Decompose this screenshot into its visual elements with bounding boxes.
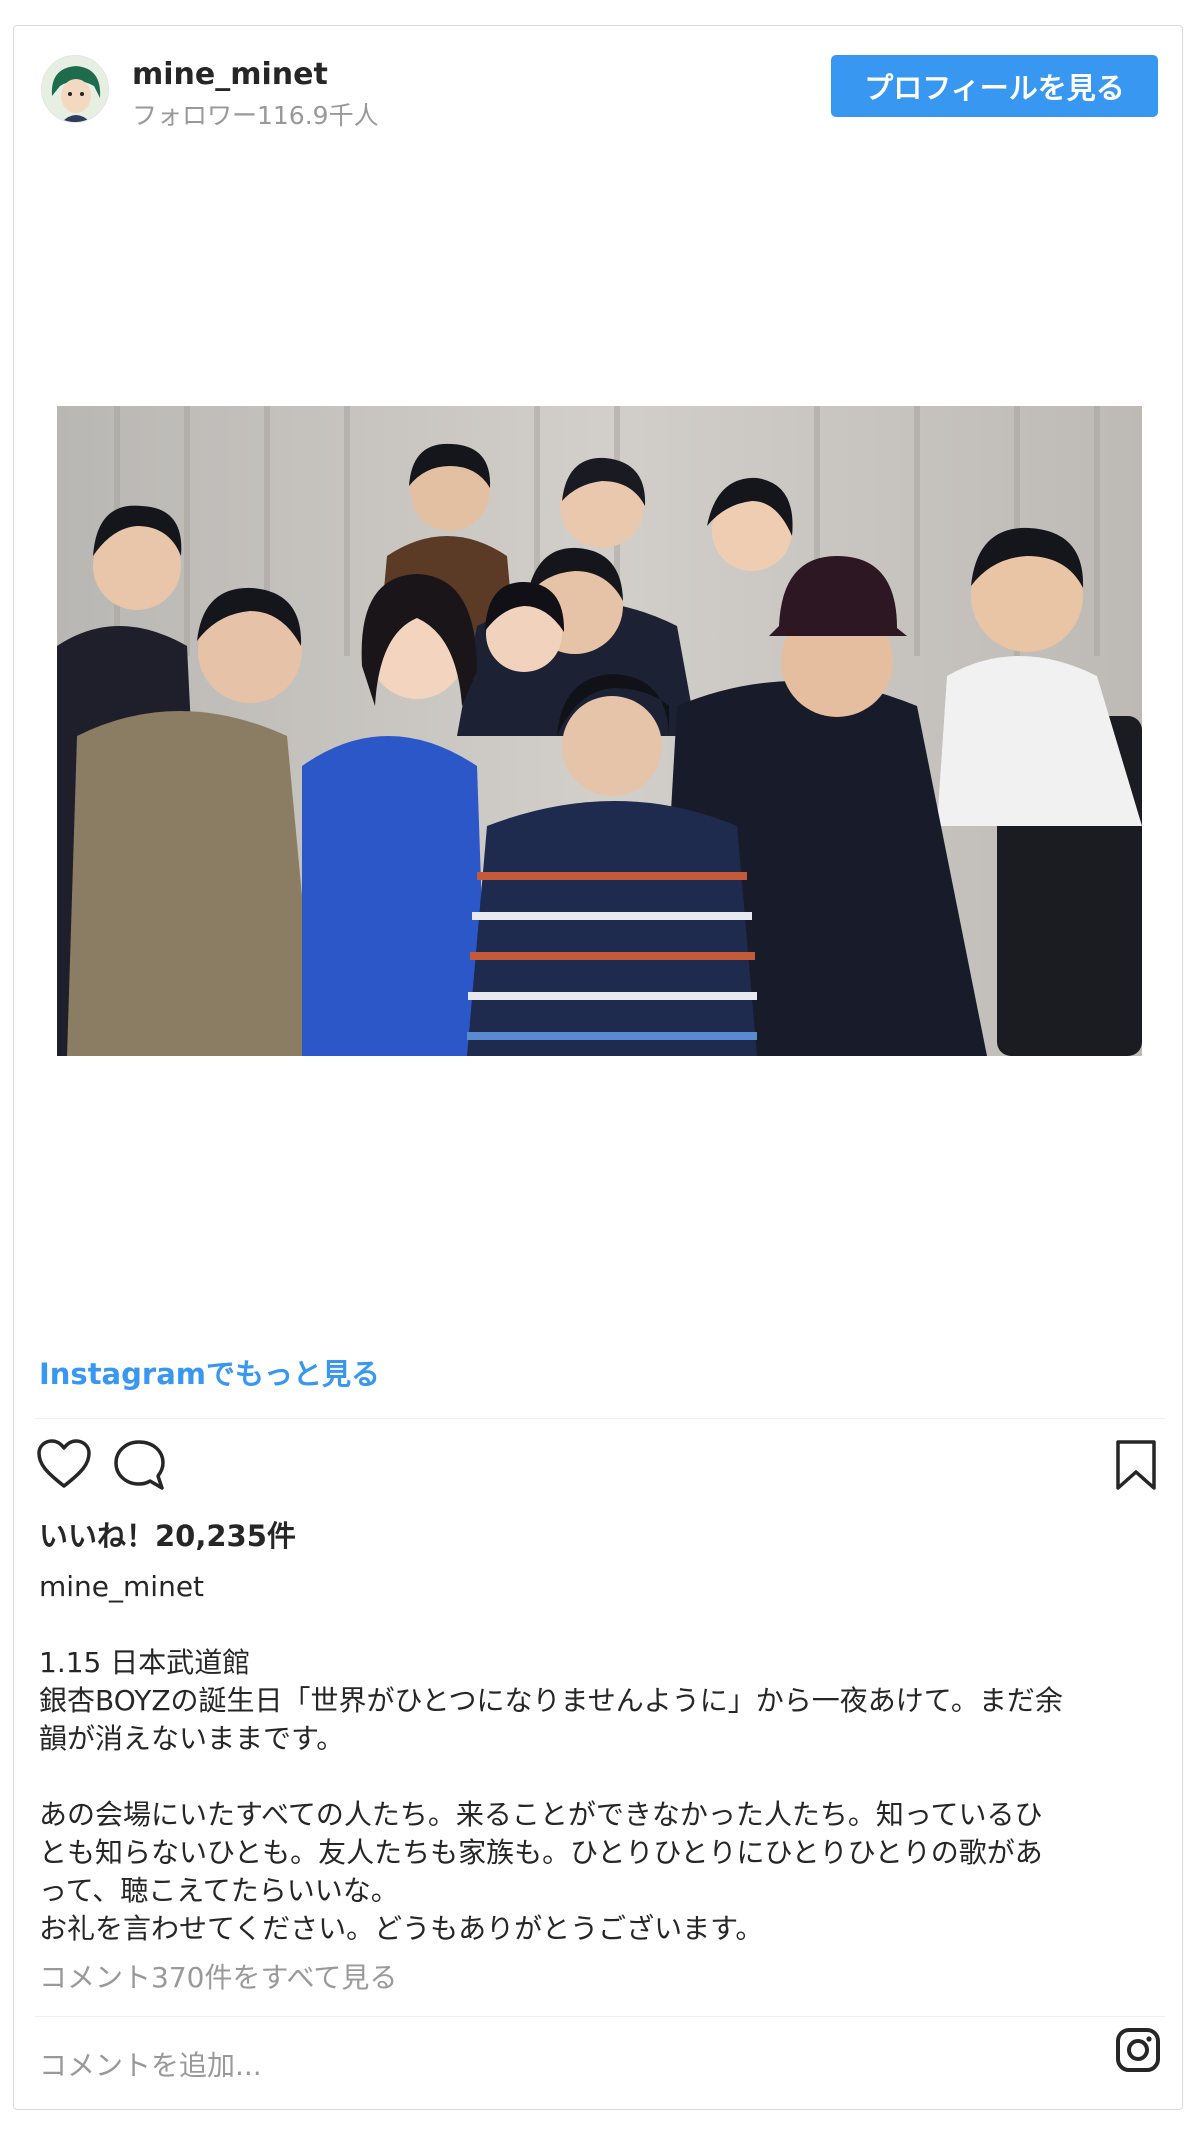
caption-text: 1.15 日本武道館 銀杏BOYZの誕生日「世界がひとつになりませんように」から… (39, 1644, 1164, 1948)
avatar-image (42, 56, 108, 122)
post-username[interactable]: mine_minet (132, 57, 328, 92)
caption-line: とも知らないひとも。友人たちも家族も。ひとりひとりにひとりひとりの歌があ (39, 1836, 1043, 1869)
add-comment-field[interactable]: コメントを追加... (39, 2044, 262, 2084)
comment-icon[interactable] (112, 1438, 168, 1496)
like-count[interactable]: いいね！20,235件 (39, 1513, 296, 1555)
caption-line: 銀杏BOYZの誕生日「世界がひとつになりませんように」から一夜あけて。まだ余 (39, 1684, 1063, 1717)
bookmark-icon[interactable] (1114, 1438, 1158, 1496)
group-photo-image (57, 406, 1142, 1056)
caption-line: 1.15 日本武道館 (39, 1646, 251, 1679)
caption-line: あの会場にいたすべての人たち。来ることができなかった人たち。知っているひ (39, 1798, 1043, 1831)
caption-blank-line (39, 1758, 1164, 1796)
action-bar (14, 1428, 1182, 1498)
heart-icon[interactable] (36, 1438, 92, 1494)
divider (35, 2016, 1165, 2017)
view-all-comments-link[interactable]: コメント370件をすべて見る (39, 1956, 397, 1996)
instagram-embed-card: mine_minet フォロワー116.9千人 プロフィールを見る Instag… (13, 25, 1183, 2110)
caption-line: お礼を言わせてください。どうもありがとうございます。 (39, 1912, 764, 1945)
follower-count: フォロワー116.9千人 (132, 101, 379, 130)
caption-username[interactable]: mine_minet (39, 1570, 204, 1603)
caption-line: って、聴こえてたらいいな。 (39, 1874, 399, 1907)
divider (35, 1418, 1165, 1419)
view-profile-button[interactable]: プロフィールを見る (831, 55, 1158, 117)
caption-line: 韻が消えないままです。 (39, 1722, 345, 1755)
view-more-on-instagram-link[interactable]: Instagramでもっと見る (39, 1351, 380, 1393)
avatar[interactable] (41, 55, 109, 123)
instagram-logo-icon[interactable] (1114, 2026, 1162, 2078)
post-photo[interactable] (57, 406, 1142, 1056)
post-header: mine_minet フォロワー116.9千人 プロフィールを見る (14, 26, 1182, 146)
